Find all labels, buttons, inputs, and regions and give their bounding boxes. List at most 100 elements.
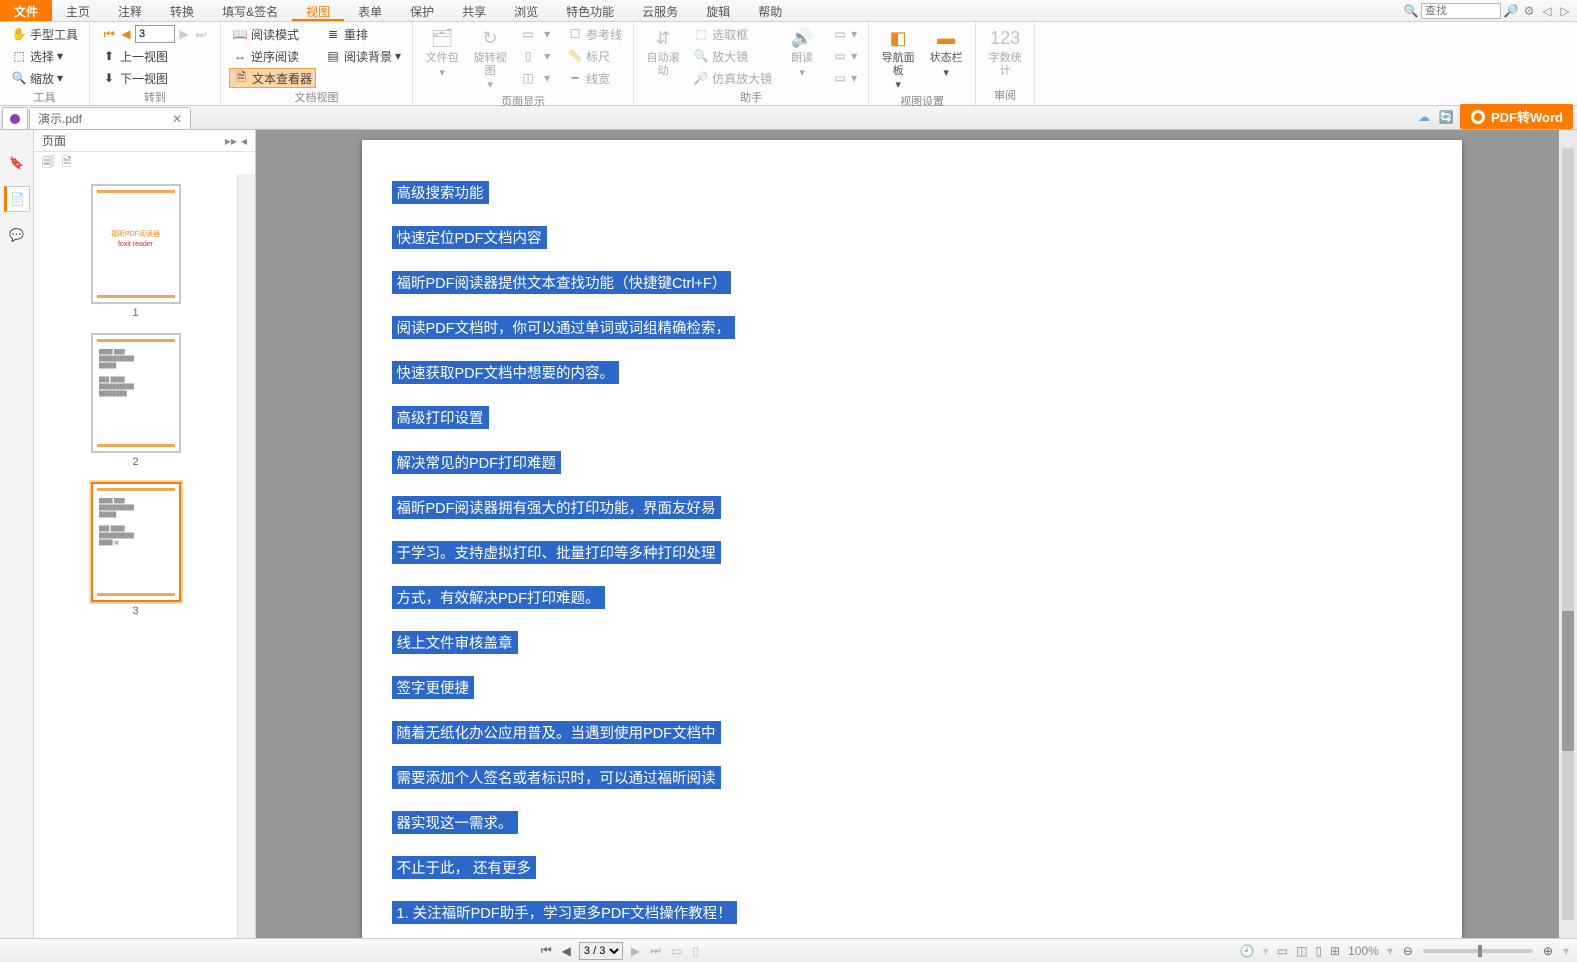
menu-tab-help[interactable]: 帮助: [744, 0, 796, 21]
assist-opt1-button[interactable]: ▭▾: [829, 24, 860, 44]
rotate-view-button[interactable]: ↻旋转视图▾: [469, 24, 511, 92]
thumbnail[interactable]: 福昕PDF阅读器foxit reader1: [34, 184, 237, 319]
hand-icon: ✋: [11, 26, 27, 42]
collapse-icon[interactable]: ▸▸: [225, 134, 237, 148]
nav-panel-tools: 🗐 🗎: [34, 152, 255, 174]
collapse-right-icon[interactable]: ▷: [1557, 3, 1573, 19]
status-prev-button[interactable]: ◀: [560, 944, 573, 958]
history-icon[interactable]: 🕘: [1240, 944, 1255, 958]
menu-tab-edit[interactable]: 旋辑: [692, 0, 744, 21]
ruler-icon: 📏: [567, 48, 583, 64]
readaloud-button[interactable]: 🔊朗读▾: [781, 24, 823, 79]
reading-mode-button[interactable]: 📖阅读模式: [229, 24, 316, 44]
select-tool-button[interactable]: ⬚选择 ▾: [8, 46, 81, 66]
pdf-to-word-button[interactable]: PDF转Word: [1460, 104, 1573, 129]
word-count-button[interactable]: 123字数统计: [984, 24, 1026, 77]
zoom-in-button[interactable]: ⊕: [1541, 944, 1555, 958]
comments-tab[interactable]: 💬: [4, 222, 30, 248]
menu-tab-feature[interactable]: 特色功能: [552, 0, 628, 21]
zoom-slider[interactable]: [1423, 949, 1533, 953]
next-page-button[interactable]: ▶: [176, 26, 192, 42]
status-first-button[interactable]: ⏮: [539, 943, 554, 958]
group-label: 文档视图: [229, 88, 404, 106]
status-paging: ⏮ ◀ 3 / 3 ▶ ⏭ ▭ ▯: [539, 942, 701, 960]
loupe-icon: 🔍: [693, 48, 709, 64]
assist-opt3-button[interactable]: ▭▾: [829, 68, 860, 88]
viewer-scrollbar[interactable]: [1559, 130, 1577, 938]
menu-tab-home[interactable]: 主页: [52, 0, 104, 21]
page-content[interactable]: 高级搜索功能 快速定位PDF文档内容 福昕PDF阅读器提供文本查找功能（快捷键C…: [362, 140, 1462, 938]
autoscroll-button[interactable]: ⇵自动滚动: [642, 24, 684, 77]
layout-cont-button[interactable]: ▯▾: [517, 46, 558, 66]
status-layout2-button[interactable]: ▯: [690, 944, 701, 958]
close-tab-icon[interactable]: ✕: [172, 112, 182, 126]
status-page-select[interactable]: 3 / 3: [579, 942, 623, 960]
status-layout1-button[interactable]: ▭: [669, 944, 684, 958]
text-viewer-button[interactable]: 🗎文本查看器: [229, 68, 316, 88]
menu-tab-convert[interactable]: 转换: [156, 0, 208, 21]
reverse-read-button[interactable]: ↔逆序阅读: [229, 46, 316, 66]
menu-tab-share[interactable]: 共享: [448, 0, 500, 21]
menu-tab-cloud[interactable]: 云服务: [628, 0, 692, 21]
read-bg-button[interactable]: ▤阅读背景 ▾: [322, 46, 404, 66]
status-last-button[interactable]: ⏭: [648, 943, 663, 958]
fake-loupe-button[interactable]: 🔎仿真放大镜: [690, 68, 775, 88]
page-number-input[interactable]: [135, 25, 175, 43]
view1-icon[interactable]: ▭: [1277, 944, 1288, 958]
status-next-button[interactable]: ▶: [629, 944, 642, 958]
package-icon: 🗂: [430, 26, 454, 50]
group-tools: ✋手型工具 ⬚选择 ▾ 🔍缩放 ▾ 工具: [0, 22, 90, 105]
menu-tab-comment[interactable]: 注释: [104, 0, 156, 21]
thumbnail[interactable]: ████ █████████████████████ █████████████…: [34, 333, 237, 468]
marquee-button[interactable]: ⬚选取框: [690, 24, 775, 44]
chevron-down-icon: ▾: [395, 49, 401, 63]
thumb-tool1-icon[interactable]: 🗐: [42, 153, 54, 174]
view4-icon[interactable]: ⊞: [1330, 944, 1340, 958]
collapse-left-icon[interactable]: ◁: [1539, 3, 1555, 19]
hand-tool-button[interactable]: ✋手型工具: [8, 24, 81, 44]
layout-single-button[interactable]: ▭▾: [517, 24, 558, 44]
panel-icon: ◧: [886, 26, 910, 50]
linewidth-button[interactable]: ━线宽: [564, 68, 625, 88]
last-page-button[interactable]: ⏭: [193, 26, 209, 42]
close-panel-icon[interactable]: ◂: [241, 134, 247, 148]
search-go-icon[interactable]: 🔎: [1503, 3, 1519, 19]
menubar: 文件 主页 注释 转换 填写&签名 视图 表单 保护 共享 浏览 特色功能 云服…: [0, 0, 1577, 22]
cloud-icon[interactable]: ☁: [1416, 109, 1432, 125]
menu-tab-view[interactable]: 视图: [292, 0, 344, 21]
search-input[interactable]: [1421, 3, 1501, 19]
assist-opt2-button[interactable]: ▭▾: [829, 46, 860, 66]
menu-tab-fillsign[interactable]: 填写&签名: [208, 0, 292, 21]
menu-tab-file[interactable]: 文件: [0, 0, 52, 21]
layout-facing-button[interactable]: ◫▾: [517, 68, 558, 88]
nav-scrollbar[interactable]: [237, 174, 255, 938]
first-page-button[interactable]: ⏮: [101, 26, 117, 42]
view3-icon[interactable]: ▯: [1315, 944, 1322, 958]
zoom-tool-button[interactable]: 🔍缩放 ▾: [8, 68, 81, 88]
quick-search-icon[interactable]: 🔍: [1403, 3, 1419, 19]
prev-view-button[interactable]: ⬆上一视图: [98, 46, 212, 66]
zoom-out-button[interactable]: ⊖: [1401, 944, 1415, 958]
loupe-button[interactable]: 🔍放大镜: [690, 46, 775, 66]
arrow-down-icon: ⬇: [101, 70, 117, 86]
ruler-button[interactable]: 📏标尺: [564, 46, 625, 66]
file-package-button[interactable]: 🗂文件包▾: [421, 24, 463, 79]
menu-tab-form[interactable]: 表单: [344, 0, 396, 21]
bookmark-tab[interactable]: 🔖: [4, 150, 30, 176]
thumb-tool2-icon[interactable]: 🗎: [62, 153, 72, 174]
gear-icon[interactable]: ⚙: [1521, 3, 1537, 19]
pages-tab[interactable]: 📄: [4, 186, 30, 212]
sync-icon[interactable]: 🔄: [1438, 109, 1454, 125]
thumbnail[interactable]: ████ █████████████████████ █████████████…: [34, 482, 237, 617]
reflow-button[interactable]: ≣重排: [322, 24, 404, 44]
app-icon-tab[interactable]: [2, 107, 28, 129]
next-view-button[interactable]: ⬇下一视图: [98, 68, 212, 88]
document-tab[interactable]: 演示.pdf ✕: [29, 107, 191, 129]
prev-page-button[interactable]: ◀: [118, 26, 134, 42]
menu-tab-browse[interactable]: 浏览: [500, 0, 552, 21]
view2-icon[interactable]: ◫: [1296, 944, 1307, 958]
nav-panel-button[interactable]: ◧导航面板▾: [877, 24, 919, 92]
guide-button[interactable]: ☐参考线: [564, 24, 625, 44]
menu-tab-protect[interactable]: 保护: [396, 0, 448, 21]
status-bar-button[interactable]: ▬状态栏▾: [925, 24, 967, 79]
